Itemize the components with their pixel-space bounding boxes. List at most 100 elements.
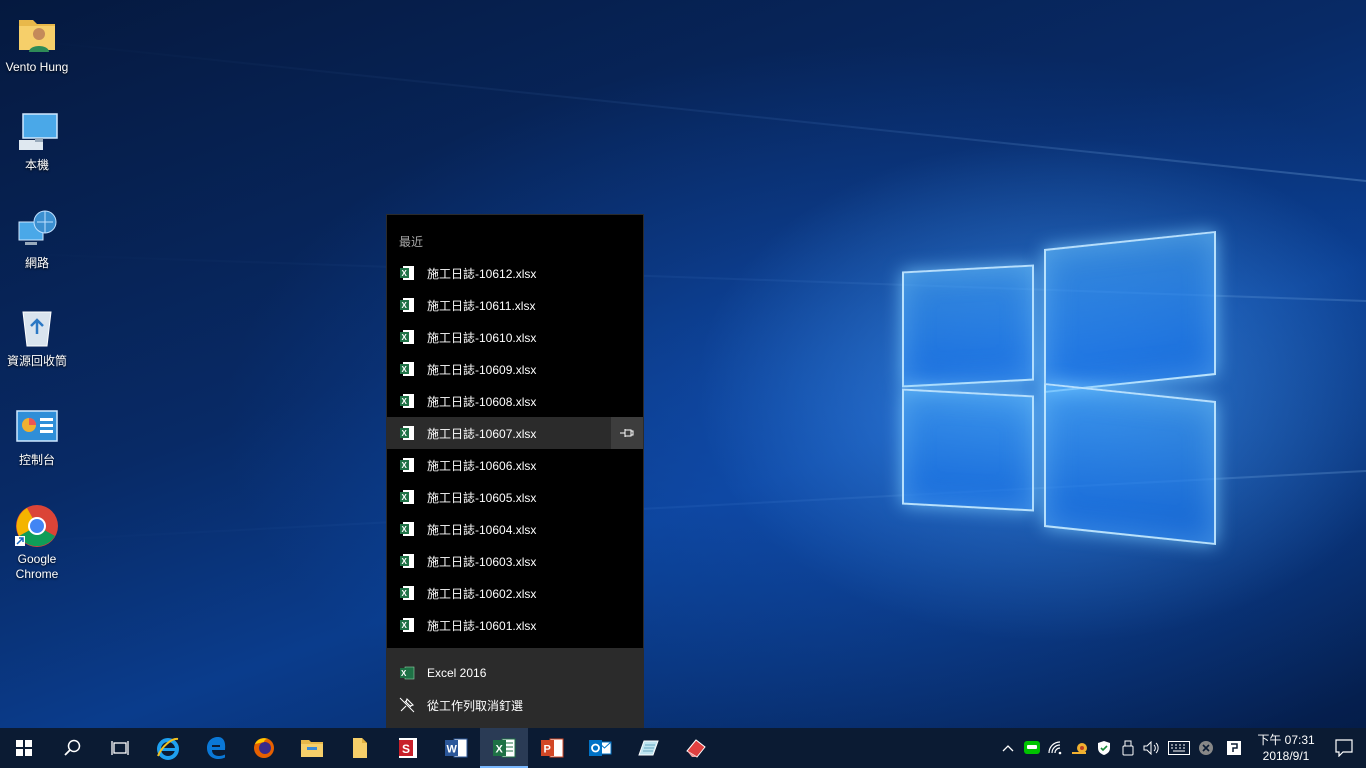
taskbar-notepad[interactable] [624,728,672,768]
file-name: 施工日誌-10607.xlsx [427,426,537,441]
svg-text:X: X [402,365,408,374]
recent-file-item[interactable]: X 施工日誌-10602.xlsx [387,577,643,609]
svg-text:X: X [402,621,408,630]
xlsx-file-icon: X [400,490,414,504]
recycle-bin-icon [15,306,59,350]
svg-text:X: X [402,589,408,598]
snail-app-icon [1072,743,1087,754]
desktop-icon-label: Google Chrome [15,552,59,581]
desktop-icon-label: 本機 [24,158,49,172]
svg-text:X: X [402,333,408,342]
clock-date: 2018/9/1 [1262,749,1310,763]
xlsx-file-icon: X [400,330,414,344]
desktop-icon-user-folder[interactable]: Vento Hung [0,12,74,75]
file-name: 施工日誌-10608.xlsx [427,394,537,409]
tray-app[interactable] [1068,728,1092,768]
svg-text:X: X [402,461,408,470]
excel-app-icon: X [400,666,415,680]
chrome-icon [15,504,59,548]
system-tray: 下午 07:31 2018/9/1 [996,728,1366,768]
desktop-icon-label: 控制台 [18,453,55,467]
shield-icon [1098,741,1110,755]
keyboard-icon [1168,741,1190,755]
svg-text:X: X [402,493,408,502]
excel-icon: X [493,738,516,758]
clock-time: 下午 07:31 [1257,733,1315,747]
recent-file-item[interactable]: X 施工日誌-10612.xlsx [387,257,643,289]
taskbar-file-explorer[interactable] [288,728,336,768]
recent-file-item-hovered[interactable]: X 施工日誌-10607.xlsx [387,417,643,449]
wifi-icon [1048,741,1062,755]
recent-file-item[interactable]: X 施工日誌-10609.xlsx [387,353,643,385]
recent-file-item[interactable]: X 施工日誌-10608.xlsx [387,385,643,417]
eraser-app-icon [686,739,706,758]
xlsx-file-icon: X [400,554,414,568]
recent-file-item[interactable]: X 施工日誌-10604.xlsx [387,513,643,545]
taskbar-outlook[interactable] [576,728,624,768]
file-name: 施工日誌-10610.xlsx [427,330,537,345]
usb-drive-icon [1122,740,1134,756]
taskbar-powerpoint[interactable]: P [528,728,576,768]
search-button[interactable] [48,728,96,768]
desktop-icon-control-panel[interactable]: 控制台 [0,405,74,468]
line-chat-icon [1024,741,1040,754]
file-name: 施工日誌-10612.xlsx [427,266,537,281]
file-name: 施工日誌-10609.xlsx [427,362,537,377]
taskbar-clock[interactable]: 下午 07:31 2018/9/1 [1254,732,1318,764]
recent-file-item[interactable]: X 施工日誌-10601.xlsx [387,609,643,641]
svg-text:X: X [402,269,408,278]
app-name: Excel 2016 [427,666,487,680]
tray-line[interactable] [1020,728,1044,768]
recent-file-item[interactable]: X 施工日誌-10610.xlsx [387,321,643,353]
file-name: 施工日誌-10602.xlsx [427,586,537,601]
taskbar-wps[interactable]: S [384,728,432,768]
taskbar-firefox[interactable] [240,728,288,768]
xlsx-file-icon: X [400,522,414,536]
notepad-icon [638,740,659,756]
xlsx-file-icon: X [400,266,414,280]
taskbar: S W X P 下午 07:31 2018/9/1 [0,728,1366,768]
svg-text:X: X [402,429,408,438]
open-excel-item[interactable]: X Excel 2016 [387,657,643,689]
edge-icon [207,737,226,759]
taskbar-edge[interactable] [192,728,240,768]
file-explorer-icon [301,740,323,757]
network-icon [15,208,59,252]
search-icon [64,739,81,756]
tray-usb[interactable] [1116,728,1140,768]
firefox-icon [254,738,274,758]
pin-to-list-icon[interactable] [611,417,643,449]
tray-security[interactable] [1092,728,1116,768]
tray-keyboard[interactable] [1164,728,1194,768]
recent-file-item[interactable]: X 施工日誌-10606.xlsx [387,449,643,481]
tray-input-method[interactable] [1218,728,1250,768]
recent-file-item[interactable]: X 施工日誌-10603.xlsx [387,545,643,577]
tray-wifi[interactable] [1044,728,1068,768]
excel-jump-list: 最近 X 施工日誌-10612.xlsx X 施工日誌-10611.xlsx X… [386,214,644,729]
desktop-icon-chrome[interactable]: Google Chrome [0,504,74,582]
recent-file-item[interactable]: X 施工日誌-10605.xlsx [387,481,643,513]
unpin-from-taskbar-item[interactable]: 從工作列取消釘選 [387,689,643,721]
desktop-icon-network[interactable]: 網路 [0,208,74,271]
task-view-icon [111,741,129,755]
file-name: 施工日誌-10601.xlsx [427,618,537,633]
desktop-icon-recycle-bin[interactable]: 資源回收筒 [0,306,74,369]
start-button[interactable] [0,728,48,768]
wallpaper-ray [7,37,1366,182]
task-view-button[interactable] [96,728,144,768]
taskbar-internet-explorer[interactable] [144,728,192,768]
folder-icon [353,738,367,758]
taskbar-eraser-app[interactable] [672,728,720,768]
action-center-button[interactable] [1322,728,1366,768]
recent-file-item[interactable]: X 施工日誌-10611.xlsx [387,289,643,321]
tray-volume[interactable] [1140,728,1164,768]
unpin-label: 從工作列取消釘選 [427,698,524,713]
xlsx-file-icon: X [400,426,414,440]
taskbar-folder[interactable] [336,728,384,768]
desktop-icon-this-pc[interactable]: 本機 [0,110,74,173]
show-hidden-icons-button[interactable] [996,728,1020,768]
tray-close-app[interactable] [1194,728,1218,768]
taskbar-word[interactable]: W [432,728,480,768]
taskbar-excel[interactable]: X [480,728,528,768]
volume-icon [1143,741,1159,755]
